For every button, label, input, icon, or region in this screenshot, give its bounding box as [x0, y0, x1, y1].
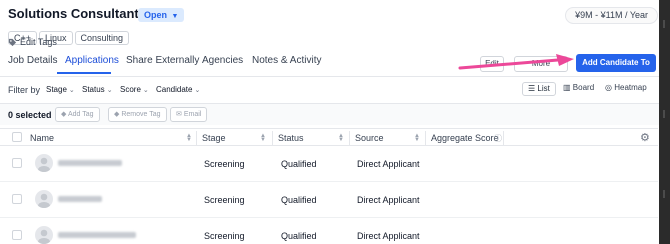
tag-icon: ◆: [114, 111, 120, 118]
column-stage[interactable]: Stage: [202, 133, 226, 143]
row-checkbox[interactable]: [12, 194, 22, 204]
tab-agencies[interactable]: Agencies: [202, 55, 243, 66]
filter-status-label: Status: [82, 85, 105, 94]
view-heatmap-label: Heatmap: [614, 83, 647, 92]
edit-tags-link[interactable]: Edit Tags: [8, 37, 57, 47]
email-icon: ✉: [176, 111, 182, 118]
table-row[interactable]: Screening Qualified Direct Applicant: [0, 146, 658, 182]
edge-mark: [663, 20, 665, 28]
column-divider: [425, 131, 426, 145]
view-heatmap-button[interactable]: ◎ Heatmap: [600, 82, 652, 96]
sort-icon[interactable]: ▲ ▼: [186, 133, 192, 143]
selected-count: 0 selected: [8, 110, 52, 120]
info-icon[interactable]: ⓘ: [494, 133, 502, 144]
edit-tags-label: Edit Tags: [20, 37, 57, 47]
filter-candidate-label: Candidate: [156, 85, 193, 94]
heatmap-icon: ◎: [605, 83, 612, 92]
cell-source: Direct Applicant: [357, 195, 420, 205]
cell-stage: Screening: [204, 195, 245, 205]
filter-stage-label: Stage: [46, 85, 67, 94]
sort-icon[interactable]: ▲ ▼: [414, 133, 420, 143]
candidate-name-redacted[interactable]: [58, 196, 102, 202]
edge-mark: [663, 110, 665, 118]
candidate-name-redacted[interactable]: [58, 232, 136, 238]
filter-candidate[interactable]: Candidate ⌄: [156, 85, 200, 94]
add-tag-button[interactable]: ◆ Add Tag: [55, 107, 100, 122]
column-source[interactable]: Source: [355, 133, 384, 143]
avatar: [35, 190, 53, 208]
cell-status: Qualified: [281, 159, 317, 169]
add-candidate-button[interactable]: Add Candidate To Job: [576, 54, 656, 85]
tag-icon: [8, 38, 17, 47]
filter-score[interactable]: Score ⌄: [120, 85, 149, 94]
column-status[interactable]: Status: [278, 133, 304, 143]
sort-icon[interactable]: ▲ ▼: [338, 133, 344, 143]
filter-label: Filter by: [8, 85, 41, 95]
row-checkbox[interactable]: [12, 158, 22, 168]
chevron-down-icon: ▼: [171, 13, 179, 20]
tab-job-details[interactable]: Job Details: [8, 55, 57, 66]
list-icon: ☰: [528, 84, 536, 93]
board-icon: ▥: [563, 83, 571, 92]
remove-tag-button[interactable]: ◆ Remove Tag: [108, 107, 167, 122]
filter-status[interactable]: Status ⌄: [82, 85, 113, 94]
tag: Consulting: [74, 31, 130, 45]
gear-icon[interactable]: ⚙: [640, 131, 650, 144]
chevron-down-icon: ⌄: [142, 87, 149, 94]
tab-share-externally[interactable]: Share Externally: [126, 55, 199, 66]
annotation-arrow-icon: [458, 54, 574, 70]
user-icon: [38, 157, 50, 172]
chevron-down-icon: ⌄: [194, 87, 201, 94]
chevron-down-icon: ⌄: [106, 87, 113, 94]
table-header: Name ▲ ▼ Stage ▲ ▼ Status ▲ ▼ Source ▲ ▼ Agg…: [0, 128, 658, 146]
tab-notes-activity[interactable]: Notes & Activity: [252, 55, 321, 66]
avatar: [35, 154, 53, 172]
tag-icon: ◆: [61, 111, 67, 118]
cell-source: Direct Applicant: [357, 159, 420, 169]
active-tab-indicator: [57, 72, 111, 74]
table-row[interactable]: Screening Qualified Direct Applicant: [0, 218, 658, 244]
chevron-down-icon: ⌄: [68, 87, 75, 94]
column-divider: [503, 131, 504, 145]
filter-score-label: Score: [120, 85, 141, 94]
cell-stage: Screening: [204, 159, 245, 169]
add-tag-label: Add Tag: [67, 111, 94, 118]
cell-status: Qualified: [281, 195, 317, 205]
filter-stage[interactable]: Stage ⌄: [46, 85, 75, 94]
cell-stage: Screening: [204, 231, 245, 241]
view-list-label: List: [537, 84, 550, 93]
sort-icon[interactable]: ▲ ▼: [260, 133, 266, 143]
view-list-button[interactable]: ☰ List: [522, 82, 556, 96]
tab-applications[interactable]: Applications: [65, 55, 119, 66]
select-all-checkbox[interactable]: [12, 132, 22, 142]
remove-tag-label: Remove Tag: [121, 111, 161, 118]
table-row[interactable]: Screening Qualified Direct Applicant: [0, 182, 658, 218]
user-icon: [38, 193, 50, 208]
salary-range: ¥9M - ¥11M / Year: [565, 7, 658, 24]
view-board-button[interactable]: ▥ Board: [558, 82, 599, 96]
edge-mark: [663, 190, 665, 198]
page-title: Solutions Consultant: [8, 6, 139, 21]
column-divider: [349, 131, 350, 145]
candidate-name-redacted[interactable]: [58, 160, 122, 166]
column-divider: [272, 131, 273, 145]
column-aggregate-score[interactable]: Aggregate Score: [431, 133, 499, 143]
column-divider: [196, 131, 197, 145]
status-label: Open: [144, 10, 168, 20]
cell-source: Direct Applicant: [357, 231, 420, 241]
user-icon: [38, 229, 50, 244]
email-label: Email: [183, 111, 202, 118]
cell-status: Qualified: [281, 231, 317, 241]
row-checkbox[interactable]: [12, 230, 22, 240]
view-board-label: Board: [572, 83, 595, 92]
status-dropdown[interactable]: Open ▼: [138, 8, 185, 22]
avatar: [35, 226, 53, 244]
email-button[interactable]: ✉ Email: [170, 107, 208, 122]
window-edge: [659, 0, 670, 244]
job-header: Solutions Consultant Open ▼ ¥9M - ¥11M /…: [8, 6, 670, 50]
bulk-actions-toolbar: 0 selected ◆ Add Tag ◆ Remove Tag ✉ Emai…: [0, 103, 670, 125]
column-name[interactable]: Name: [30, 133, 54, 143]
